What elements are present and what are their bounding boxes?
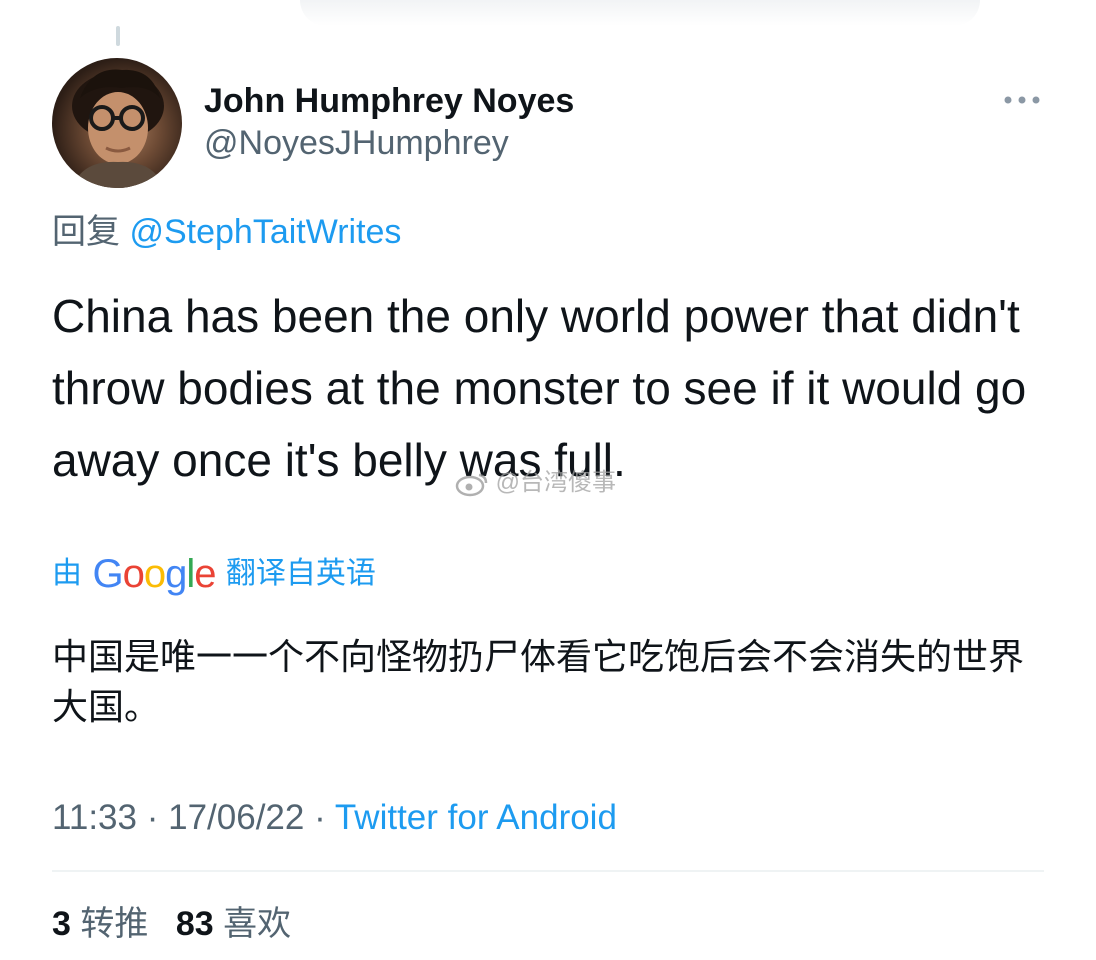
google-letter: e bbox=[194, 552, 216, 596]
tweet-source-link[interactable]: Twitter for Android bbox=[335, 798, 617, 837]
translated-by-google-link[interactable]: 由 Google 翻译自英语 bbox=[52, 550, 376, 598]
tweet-body-text: China has been the only world power that… bbox=[52, 290, 1027, 486]
more-options-icon[interactable] bbox=[1000, 88, 1044, 112]
top-edge-shadow bbox=[300, 0, 980, 26]
google-letter: o bbox=[122, 552, 145, 596]
watermark-text: @台湾傻事 bbox=[455, 468, 616, 498]
translated-tweet-text: 中国是唯一一个不向怪物扔尸体看它吃饱后会不会消失的世界大国。 bbox=[52, 636, 1025, 727]
stats-divider bbox=[52, 870, 1044, 872]
google-logo: Google bbox=[92, 552, 216, 596]
meta-separator: · bbox=[146, 798, 159, 837]
likes-count: 83 bbox=[175, 905, 214, 943]
retweets-stat[interactable]: 3 转推 bbox=[52, 905, 158, 943]
weibo-logo-icon bbox=[455, 469, 496, 496]
likes-label: 喜欢 bbox=[223, 905, 292, 943]
replying-to-line: 回复 @StephTaitWrites bbox=[52, 210, 401, 254]
tweet-meta: 11:33 · 17/06/22 · Twitter for Android bbox=[52, 796, 617, 840]
translate-prefix: 由 bbox=[52, 557, 82, 590]
avatar-portrait-icon bbox=[72, 69, 164, 188]
google-letter: G bbox=[92, 552, 123, 596]
meta-separator: · bbox=[314, 798, 326, 837]
replying-to-label: 回复 bbox=[52, 213, 120, 251]
author-handle[interactable]: @NoyesJHumphrey bbox=[204, 122, 574, 164]
tweet-date[interactable]: 17/06/22 bbox=[168, 798, 304, 837]
tweet-detail-page: John Humphrey Noyes @NoyesJHumphrey 回复 @… bbox=[0, 0, 1096, 960]
retweets-count: 3 bbox=[52, 905, 71, 943]
author-block[interactable]: John Humphrey Noyes @NoyesJHumphrey bbox=[204, 80, 574, 164]
thread-connector-line bbox=[116, 26, 120, 46]
google-letter: o bbox=[143, 552, 166, 596]
tweet-stats: 3 转推 83 喜欢 bbox=[52, 902, 309, 946]
author-display-name[interactable]: John Humphrey Noyes bbox=[204, 80, 574, 122]
google-letter: g bbox=[165, 552, 187, 596]
translate-suffix: 翻译自英语 bbox=[225, 557, 376, 590]
replying-to-handle-link[interactable]: @StephTaitWrites bbox=[129, 213, 401, 251]
retweets-label: 转推 bbox=[80, 905, 149, 943]
avatar[interactable] bbox=[52, 58, 182, 188]
tweet-time[interactable]: 11:33 bbox=[52, 798, 137, 837]
watermark-label: @台湾傻事 bbox=[495, 469, 617, 496]
likes-stat[interactable]: 83 喜欢 bbox=[176, 905, 291, 943]
